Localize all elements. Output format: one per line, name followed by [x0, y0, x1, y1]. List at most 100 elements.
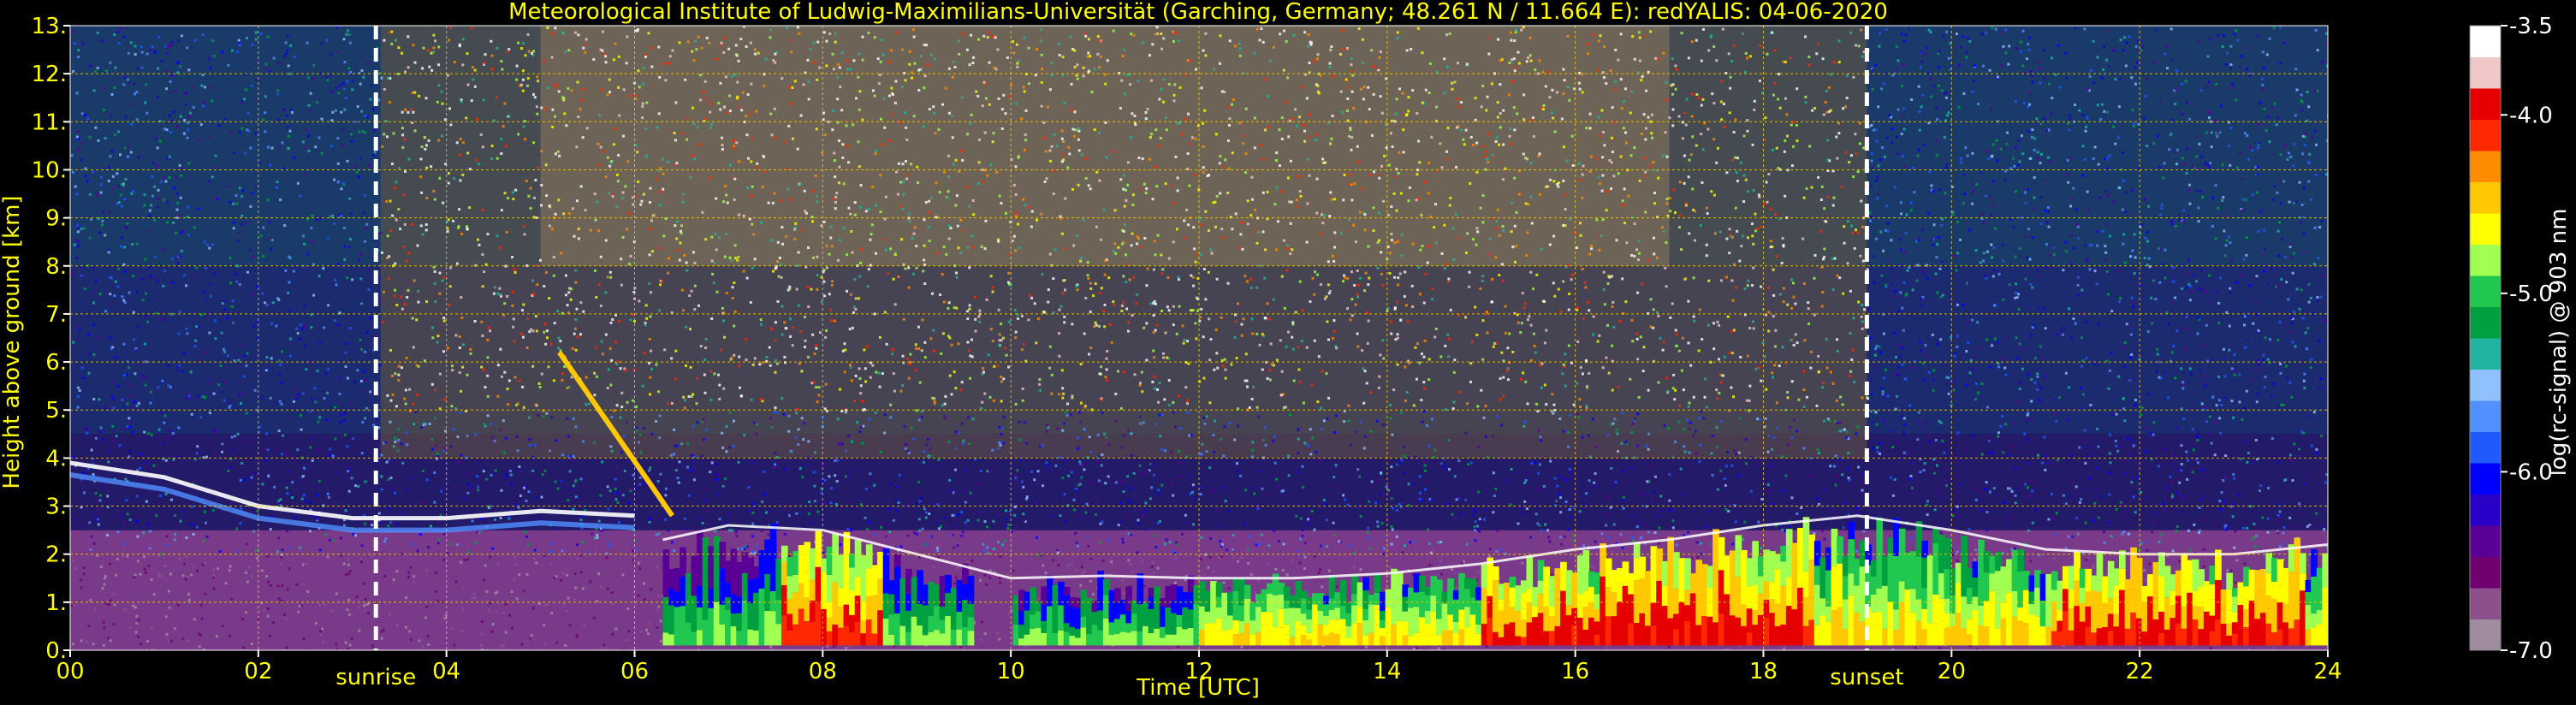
noise-pixel [344, 365, 347, 369]
noise-pixel [566, 304, 569, 307]
noise-pixel [1050, 74, 1054, 77]
noise-pixel [442, 558, 445, 561]
noise-pixel [906, 173, 910, 176]
noise-pixel [777, 275, 781, 278]
noise-pixel [1677, 349, 1681, 352]
noise-pixel [1389, 566, 1392, 569]
noise-pixel [2267, 116, 2270, 119]
noise-pixel [2074, 208, 2078, 211]
noise-pixel [989, 328, 993, 331]
noise-pixel [92, 301, 95, 305]
noise-pixel [715, 462, 719, 465]
noise-pixel [584, 44, 587, 47]
noise-pixel [701, 210, 704, 214]
noise-pixel [557, 347, 561, 350]
noise-pixel [1154, 423, 1158, 426]
noise-pixel [439, 486, 442, 489]
noise-pixel [1356, 270, 1359, 273]
noise-pixel [339, 413, 342, 417]
noise-pixel [1556, 484, 1559, 488]
noise-pixel [1121, 541, 1125, 544]
noise-pixel [1621, 470, 1624, 473]
noise-pixel [2068, 386, 2071, 389]
noise-pixel [502, 612, 506, 615]
noise-pixel [1060, 369, 1064, 372]
noise-pixel [637, 561, 640, 565]
noise-pixel [2043, 209, 2046, 212]
noise-pixel [2258, 363, 2261, 366]
noise-pixel [1300, 340, 1303, 343]
noise-pixel [925, 63, 929, 67]
noise-pixel [912, 531, 916, 535]
noise-pixel [951, 114, 954, 117]
noise-pixel [1839, 395, 1843, 399]
noise-pixel [1391, 507, 1394, 510]
noise-pixel [193, 458, 197, 461]
noise-pixel [1860, 481, 1863, 484]
noise-pixel [1754, 367, 1758, 370]
noise-pixel [685, 261, 688, 264]
noise-pixel [1850, 224, 1854, 228]
noise-pixel [1427, 161, 1430, 164]
noise-pixel [1435, 241, 1439, 245]
noise-pixel [1075, 541, 1078, 544]
noise-pixel [667, 271, 670, 275]
noise-pixel [467, 550, 471, 554]
noise-pixel [1170, 451, 1173, 454]
noise-pixel [1175, 228, 1178, 231]
noise-pixel [1807, 63, 1811, 67]
noise-pixel [557, 90, 561, 93]
noise-pixel [178, 163, 181, 167]
noise-pixel [1058, 308, 1061, 311]
noise-pixel [176, 262, 180, 265]
noise-pixel [1123, 222, 1126, 226]
noise-pixel [1286, 176, 1290, 180]
noise-pixel [781, 242, 785, 246]
noise-pixel [1407, 483, 1410, 486]
noise-pixel [698, 517, 702, 520]
noise-pixel [156, 205, 159, 209]
noise-pixel [1643, 157, 1647, 160]
noise-pixel [1039, 39, 1042, 43]
noise-pixel [1767, 311, 1771, 314]
noise-pixel [1734, 118, 1737, 121]
noise-pixel [770, 327, 774, 330]
noise-pixel [1012, 51, 1016, 55]
noise-pixel [997, 447, 1000, 450]
noise-pixel [1817, 452, 1820, 455]
noise-pixel [1007, 271, 1011, 275]
noise-pixel [960, 511, 964, 514]
noise-pixel [1341, 28, 1344, 32]
noise-pixel [1548, 70, 1552, 74]
noise-pixel [1940, 223, 1944, 227]
noise-pixel [1114, 392, 1118, 395]
noise-pixel [674, 139, 677, 142]
noise-pixel [662, 234, 666, 238]
noise-pixel [957, 39, 960, 43]
noise-pixel [1126, 513, 1130, 517]
noise-pixel [148, 265, 151, 269]
noise-pixel [1743, 287, 1747, 290]
noise-pixel [372, 335, 376, 338]
noise-pixel [2269, 502, 2272, 506]
noise-pixel [775, 358, 778, 362]
noise-pixel [304, 173, 307, 176]
noise-pixel [830, 487, 834, 490]
noise-pixel [1196, 252, 1199, 256]
noise-pixel [2089, 452, 2092, 455]
noise-pixel [71, 270, 74, 274]
noise-pixel [1414, 455, 1417, 459]
noise-pixel [2157, 465, 2160, 468]
noise-pixel [440, 90, 443, 93]
noise-pixel [1106, 59, 1109, 62]
noise-pixel [169, 430, 172, 433]
noise-pixel [1203, 109, 1207, 112]
noise-pixel [917, 88, 921, 92]
noise-pixel [1184, 386, 1188, 389]
noise-pixel [2129, 356, 2133, 359]
noise-pixel [717, 492, 721, 495]
noise-pixel [1590, 244, 1594, 247]
noise-pixel [266, 580, 270, 584]
noise-pixel [1000, 323, 1003, 326]
noise-pixel [1623, 222, 1627, 225]
